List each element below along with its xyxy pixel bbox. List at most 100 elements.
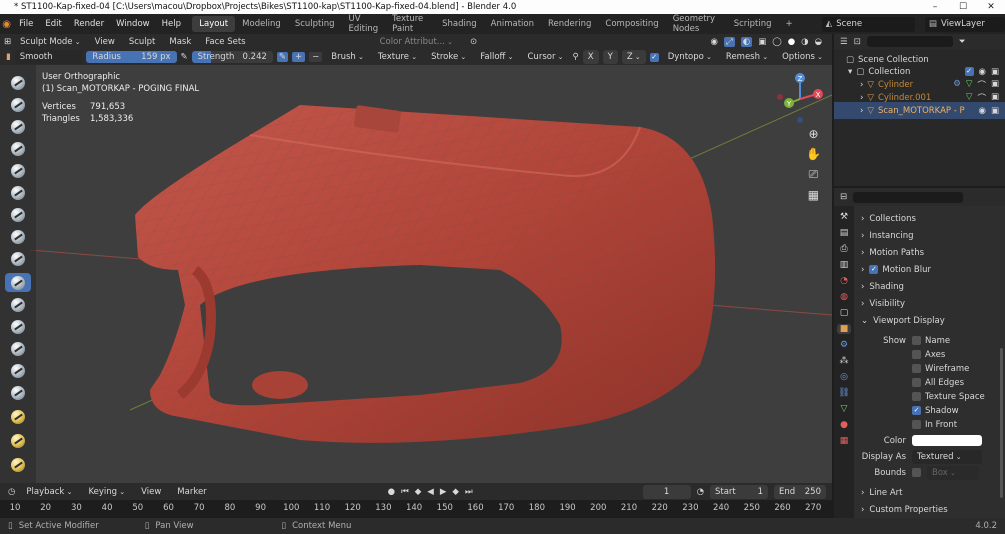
menu-playback[interactable]: Playback [21, 485, 77, 499]
play-reverse-icon[interactable]: ◀ [427, 487, 434, 497]
menu-help[interactable]: Help [156, 19, 187, 29]
color-attribute-selector[interactable]: Color Attribut... [375, 35, 458, 49]
pan-hand-icon[interactable]: ✋ [806, 147, 821, 161]
data-tab-icon[interactable]: ▽ [841, 404, 848, 414]
add-workspace-button[interactable]: + [779, 16, 800, 32]
dyntopo-menu[interactable]: Dyntopo [663, 50, 717, 64]
tool-flatten-icon[interactable] [5, 295, 31, 314]
collection-include-checkbox[interactable]: ✓ [964, 66, 974, 76]
3d-viewport[interactable]: User Orthographic (1) Scan_MOTORKAP - PO… [0, 65, 832, 483]
blender-logo-icon[interactable]: ◉ [0, 19, 13, 30]
tool-blob-icon[interactable] [5, 227, 31, 246]
tool-clay-icon[interactable] [5, 117, 31, 136]
constraints-tab-icon[interactable]: ⛓ [838, 388, 849, 398]
prev-keyframe-icon[interactable]: ◆ [415, 487, 422, 497]
timeline-editor-icon[interactable]: ◷ [8, 487, 15, 497]
menu-edit[interactable]: Edit [39, 19, 67, 29]
scene-selector[interactable]: ◭ Scene [821, 16, 915, 32]
menu-falloff[interactable]: Falloff [475, 50, 518, 64]
panel-viewport-display[interactable]: ⌄ Viewport Display [856, 312, 997, 329]
menu-render[interactable]: Render [68, 19, 110, 29]
tab-animation[interactable]: Animation [484, 16, 541, 32]
display-mode-icon[interactable]: ⊡ [854, 37, 861, 47]
tool-tab-icon[interactable]: ⚒ [840, 212, 848, 222]
solid-shading-icon[interactable]: ● [788, 37, 795, 47]
render-camera-icon[interactable]: ▣ [991, 106, 999, 116]
tab-modeling[interactable]: Modeling [235, 16, 288, 32]
navigation-gizmo[interactable]: Z X Y [770, 69, 830, 129]
ortho-grid-icon[interactable]: ▦ [808, 188, 819, 202]
panel-custom-properties[interactable]: › Custom Properties [856, 501, 997, 518]
tab-sculpting[interactable]: Sculpting [288, 16, 342, 32]
properties-search-input[interactable] [853, 191, 964, 203]
direction-add-button[interactable]: + [292, 52, 306, 62]
panel-line-art[interactable]: › Line Art [856, 484, 997, 501]
overlay-icon[interactable]: ◐ [740, 36, 753, 47]
tab-compositing[interactable]: Compositing [598, 16, 665, 32]
menu-sculpt[interactable]: Sculpt [124, 35, 161, 49]
tool-elastic-deform-icon[interactable] [5, 431, 31, 450]
show-in-front-checkbox[interactable] [912, 420, 921, 429]
play-icon[interactable]: ▶ [440, 487, 447, 497]
world-tab-icon[interactable]: ◍ [840, 292, 848, 302]
expand-icon[interactable]: › [860, 93, 863, 103]
tool-multiplane-scrape-icon[interactable] [5, 361, 31, 380]
start-frame-field[interactable]: Start 1 [710, 484, 768, 499]
show-axes-checkbox[interactable] [912, 350, 921, 359]
tool-smooth-icon[interactable] [5, 273, 31, 292]
pressure-strength-icon[interactable]: ✎ [276, 52, 289, 62]
properties-editor-icon[interactable]: ⊟ [840, 192, 847, 202]
material-shading-icon[interactable]: ◑ [801, 37, 808, 47]
options-menu[interactable]: Options [777, 50, 828, 64]
tool-scrape-icon[interactable] [5, 339, 31, 358]
strength-slider[interactable]: Strength 0.242 [191, 51, 273, 63]
scene-tab-icon[interactable]: ◔ [840, 276, 848, 286]
menu-brush[interactable]: Brush [326, 50, 369, 64]
expand-icon[interactable]: ▾ [848, 67, 852, 77]
outliner-item-scan-motorkap[interactable]: › ▽ Scan_MOTORKAP - P ◉ ▣ [834, 102, 1005, 119]
object-tab-icon[interactable]: ■ [836, 324, 852, 334]
expand-icon[interactable]: › [860, 80, 863, 90]
pivot-icon[interactable]: ⊙ [470, 37, 477, 47]
view-layer-selector[interactable]: ▤ ViewLayer [924, 16, 1005, 32]
tool-pinch-icon[interactable] [5, 383, 31, 402]
menu-timeline-view[interactable]: View [136, 485, 166, 499]
collection-camera-icon[interactable]: ▣ [991, 67, 999, 77]
tool-layer-icon[interactable] [5, 183, 31, 202]
show-all-edges-checkbox[interactable] [912, 378, 921, 387]
dyntopo-checkbox[interactable]: ✓ [649, 52, 659, 62]
panel-motion-paths[interactable]: › Motion Paths [856, 244, 997, 261]
zoom-icon[interactable]: ⊕ [808, 127, 818, 141]
radius-slider[interactable]: Radius 159 px [86, 51, 177, 63]
next-keyframe-icon[interactable]: ◆ [452, 487, 459, 497]
tool-inflate-icon[interactable] [5, 205, 31, 224]
show-name-checkbox[interactable] [912, 336, 921, 345]
collection-tab-icon[interactable]: ▢ [840, 308, 849, 318]
outliner-editor-icon[interactable]: ☰ [840, 37, 848, 47]
menu-cursor[interactable]: Cursor [523, 50, 569, 64]
editor-type-icon[interactable]: ⊞ [4, 37, 11, 47]
pressure-radius-icon[interactable]: ✎ [181, 52, 188, 62]
modifier-tab-icon[interactable]: ⚙ [840, 340, 848, 350]
panel-instancing[interactable]: › Instancing [856, 227, 997, 244]
panel-shading[interactable]: › Shading [856, 278, 997, 295]
show-wireframe-checkbox[interactable] [912, 364, 921, 373]
camera-icon[interactable]: ⎚ [809, 167, 819, 182]
tool-clay-thumb-icon[interactable] [5, 161, 31, 180]
jump-start-icon[interactable]: ⏮ [401, 487, 409, 497]
record-icon[interactable]: ● [388, 487, 395, 497]
particles-tab-icon[interactable]: ⁂ [840, 356, 849, 366]
wireframe-shading-icon[interactable]: ◯ [772, 37, 782, 47]
tool-fill-icon[interactable] [5, 317, 31, 336]
menu-mask[interactable]: Mask [164, 35, 196, 49]
tab-rendering[interactable]: Rendering [541, 16, 598, 32]
direction-subtract-button[interactable]: − [309, 52, 323, 62]
panel-collections[interactable]: › Collections [856, 210, 997, 227]
color-swatch[interactable] [912, 435, 982, 446]
view-layer-tab-icon[interactable]: ▥ [840, 260, 849, 270]
menu-stroke[interactable]: Stroke [426, 50, 471, 64]
properties-scrollbar[interactable] [1000, 348, 1003, 498]
tool-crease-icon[interactable] [5, 249, 31, 268]
tab-layout[interactable]: Layout [192, 16, 236, 32]
menu-file[interactable]: File [13, 19, 39, 29]
